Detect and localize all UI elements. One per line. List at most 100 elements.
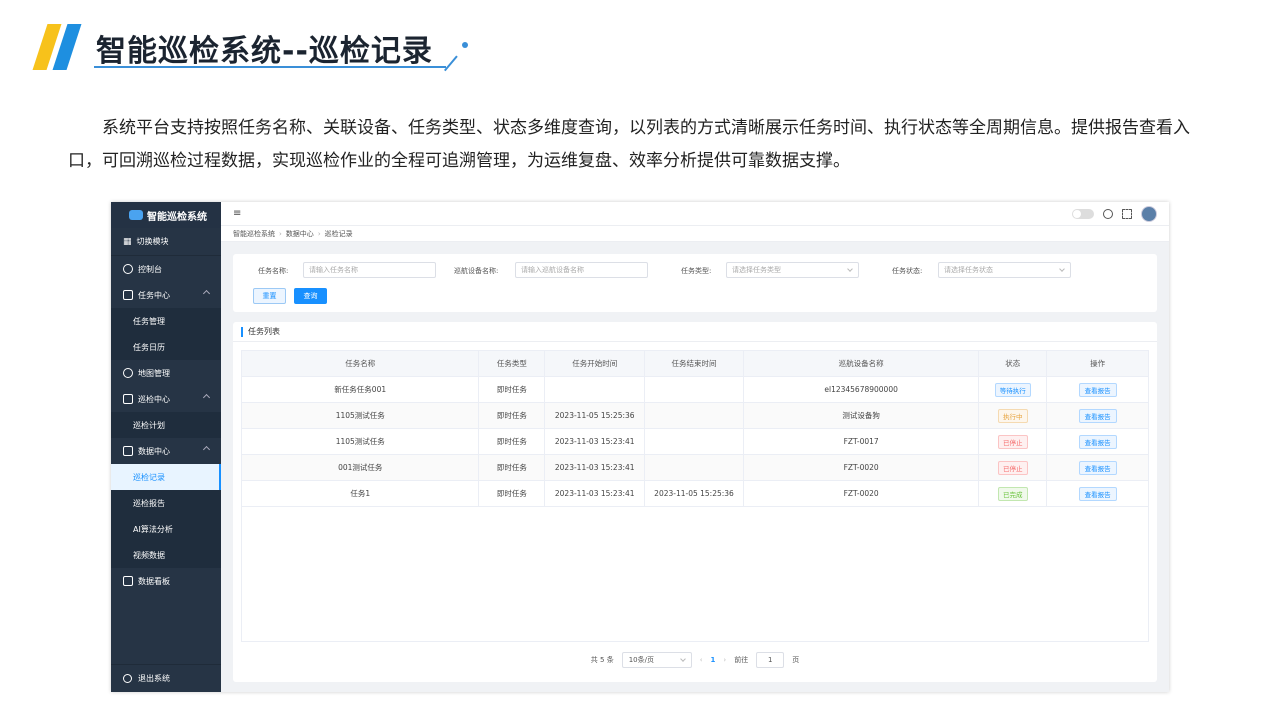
page-unit-label: 页	[792, 656, 800, 664]
topbar: ≡	[221, 202, 1169, 226]
cell-end-time: 2023-11-05 15:25:36	[645, 481, 744, 506]
goto-page-input[interactable]: 1	[756, 652, 785, 668]
table-row: 1105测试任务 即时任务 2023-11-03 15:23:41 FZT-00…	[242, 429, 1148, 455]
sidebar-subitem-video-data[interactable]: 视频数据	[111, 542, 221, 568]
cell-device: FZT-0020	[744, 455, 980, 480]
cell-task-type: 即时任务	[479, 403, 546, 428]
breadcrumb-item[interactable]: 数据中心	[286, 229, 314, 239]
sidebar-subitem-inspection-record[interactable]: 巡检记录	[111, 464, 221, 490]
cell-status: 已停止	[979, 429, 1048, 454]
task-type-select[interactable]: 请选择任务类型	[726, 262, 859, 278]
cell-task-name: 1105测试任务	[242, 429, 480, 454]
status-badge: 执行中	[998, 408, 1028, 423]
sidebar-subitem-label: 任务管理	[133, 316, 165, 326]
map-icon	[123, 368, 133, 378]
cell-task-type: 即时任务	[479, 481, 546, 506]
page-size-select[interactable]: 10条/页	[621, 652, 692, 668]
table-row: 任务1 即时任务 2023-11-03 15:23:41 2023-11-05 …	[242, 481, 1148, 507]
breadcrumb: 智能巡检系统 › 数据中心 › 巡检记录	[221, 226, 1169, 242]
current-page[interactable]: 1	[711, 656, 716, 664]
cell-task-name: 001测试任务	[242, 455, 480, 480]
task-name-input[interactable]: 请输入任务名称	[303, 262, 436, 278]
sidebar-subitem-label: 巡检计划	[133, 420, 165, 430]
sidebar-subitem-label: 任务日历	[133, 342, 165, 352]
cell-action: 查看报告	[1047, 455, 1148, 480]
cell-status: 等待执行	[979, 377, 1048, 402]
data-icon	[123, 446, 133, 456]
task-type-label: 任务类型:	[681, 267, 712, 275]
cell-action: 查看报告	[1047, 377, 1148, 402]
sidebar-subitem-task-management[interactable]: 任务管理	[111, 308, 221, 334]
view-report-button[interactable]: 查看报告	[1078, 460, 1117, 475]
cell-start-time: 2023-11-05 15:25:36	[545, 403, 646, 428]
cell-start-time	[545, 377, 646, 402]
dashboard-icon	[123, 264, 133, 274]
reset-button[interactable]: 重置	[253, 288, 286, 304]
task-list-header: 任务列表	[233, 322, 1157, 342]
inspection-icon	[123, 394, 133, 404]
device-input[interactable]: 请输入巡航设备名称	[515, 262, 648, 278]
cell-end-time	[645, 429, 744, 454]
sidebar-item-map[interactable]: 地图管理	[111, 360, 221, 386]
logout-button[interactable]: 退出系统	[111, 664, 221, 692]
goto-label: 前往	[734, 656, 749, 664]
cell-task-name: 任务1	[242, 481, 480, 506]
task-list-card: 任务列表 任务名称 任务类型 任务开始时间 任务结束时间 巡航设备名称 状态 操…	[233, 322, 1157, 682]
cell-action: 查看报告	[1047, 481, 1148, 506]
topbar-actions	[1072, 206, 1157, 222]
column-header: 巡航设备名称	[744, 351, 980, 376]
breadcrumb-item: 巡检记录	[324, 229, 353, 238]
sidebar-item-data-board[interactable]: 数据看板	[111, 568, 221, 594]
sidebar-item-label: 巡检中心	[138, 394, 170, 404]
cell-end-time	[645, 455, 744, 480]
breadcrumb-item[interactable]: 智能巡检系统	[233, 229, 275, 239]
view-report-button[interactable]: 查看报告	[1078, 408, 1117, 423]
device-label: 巡航设备名称:	[454, 267, 499, 275]
cell-task-name: 新任务任务001	[242, 377, 480, 402]
slide-title: 智能巡检系统--巡检记录	[96, 34, 433, 69]
sidebar-subitem-inspection-report[interactable]: 巡检报告	[111, 490, 221, 516]
sidebar-item-console[interactable]: 控制台	[111, 256, 221, 282]
query-button[interactable]: 查询	[294, 288, 327, 304]
fullscreen-icon[interactable]	[1122, 209, 1132, 219]
chevron-up-icon	[202, 289, 211, 298]
view-report-button[interactable]: 查看报告	[1078, 382, 1117, 397]
app-screenshot: 智能巡检系统 ▦ 切换模块 控制台 任务中心 任务管理 任务日历 地图管理 巡检…	[111, 202, 1169, 692]
sidebar-item-label: 地图管理	[138, 368, 170, 378]
status-badge: 已完成	[998, 486, 1028, 501]
cell-status: 已完成	[979, 481, 1048, 506]
globe-icon[interactable]	[1103, 209, 1113, 219]
sidebar-item-task-center[interactable]: 任务中心	[111, 282, 221, 308]
sidebar-subitem-ai-analysis[interactable]: AI算法分析	[111, 516, 221, 542]
switch-module-button[interactable]: ▦ 切换模块	[111, 228, 221, 256]
cell-start-time: 2023-11-03 15:23:41	[545, 455, 646, 480]
avatar[interactable]	[1141, 206, 1157, 222]
board-icon	[123, 576, 133, 586]
cell-device: el12345678900000	[744, 377, 980, 402]
column-header: 状态	[979, 351, 1048, 376]
prev-page-button[interactable]: ‹	[700, 656, 703, 664]
sidebar-item-data-center[interactable]: 数据中心	[111, 438, 221, 464]
power-icon	[123, 674, 132, 683]
next-page-button[interactable]: ›	[723, 656, 726, 664]
view-report-button[interactable]: 查看报告	[1078, 434, 1117, 449]
sidebar-item-inspection-center[interactable]: 巡检中心	[111, 386, 221, 412]
cell-action: 查看报告	[1047, 403, 1148, 428]
chevron-down-icon	[1059, 266, 1065, 272]
theme-toggle[interactable]	[1072, 209, 1094, 219]
table-row: 新任务任务001 即时任务 el12345678900000 等待执行 查看报告	[242, 377, 1148, 403]
sidebar-subitem-inspection-plan[interactable]: 巡检计划	[111, 412, 221, 438]
task-status-placeholder: 请选择任务状态	[944, 266, 993, 274]
sidebar-subitem-label: 视频数据	[133, 550, 165, 560]
column-header: 任务名称	[242, 351, 480, 376]
task-name-label: 任务名称:	[258, 267, 289, 275]
view-report-button[interactable]: 查看报告	[1078, 486, 1117, 501]
sidebar-subitem-label: AI算法分析	[133, 524, 173, 534]
hamburger-icon[interactable]: ≡	[233, 208, 241, 219]
cell-action: 查看报告	[1047, 429, 1148, 454]
status-badge: 等待执行	[994, 382, 1031, 397]
chevron-up-icon	[202, 445, 211, 454]
title-underline	[94, 66, 446, 68]
task-status-select[interactable]: 请选择任务状态	[938, 262, 1071, 278]
sidebar-subitem-task-calendar[interactable]: 任务日历	[111, 334, 221, 360]
